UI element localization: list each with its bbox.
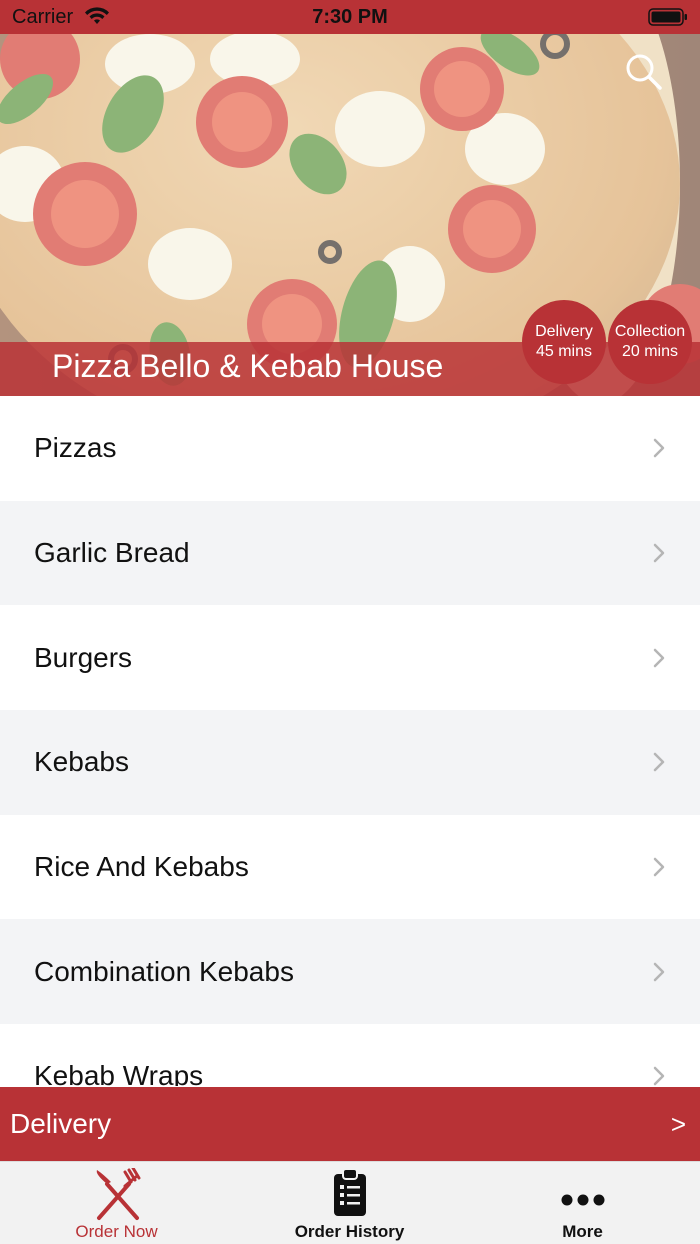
battery-icon [648,8,687,26]
status-time: 7:30 PM [312,6,388,28]
category-row-kebabs[interactable]: Kebabs [0,710,700,815]
delivery-mode-label: Delivery [10,1108,112,1139]
category-label: Rice And Kebabs [34,851,249,883]
delivery-arrow: > [670,1108,686,1139]
collection-time-badge: Collection 20 mins [608,300,692,384]
delivery-mode-bar[interactable]: Delivery > [0,1087,700,1161]
badge-value: 45 mins [535,343,593,360]
category-row-burgers[interactable]: Burgers [0,605,700,711]
badge-label: Delivery [535,323,593,340]
category-label: Pizzas [34,432,117,464]
delivery-time-badge: Delivery 45 mins [522,300,606,384]
category-row-garlic-bread[interactable]: Garlic Bread [0,500,700,606]
tab-order-now[interactable]: Order Now [0,1162,233,1244]
tab-label: Order History [294,1222,405,1241]
chevron-right-icon [653,857,665,877]
category-label: Burgers [34,641,133,673]
tab-more[interactable]: More [466,1162,699,1244]
category-label: Garlic Bread [34,537,190,569]
category-row-combination-kebabs[interactable]: Combination Kebabs [0,919,700,1025]
tab-bar: Order Now Order History More [0,1161,700,1244]
category-row-pizzas[interactable]: Pizzas [0,396,700,501]
category-label: Kebab Wraps [34,1060,204,1086]
clipboard-list-icon [333,1168,366,1216]
category-row-rice-and-kebabs[interactable]: Rice And Kebabs [0,814,700,920]
chevron-right-icon [653,439,665,458]
badge-label: Collection [614,323,686,340]
fork-knife-icon [96,1168,140,1220]
chevron-right-icon [653,962,665,982]
status-bar: Carrier 7:30 PM [0,0,700,34]
tab-label: More [562,1222,603,1241]
more-dots-icon [561,1194,604,1206]
chevron-right-icon [653,1067,665,1086]
restaurant-name: Pizza Bello & Kebab House [52,348,444,384]
category-list: Pizzas Garlic Bread Burgers Kebabs Rice … [0,396,700,1086]
tab-label: Order Now [75,1222,158,1241]
tab-order-history[interactable]: Order History [233,1162,466,1244]
category-row-kebab-wraps[interactable]: Kebab Wraps [0,1024,700,1086]
chevron-right-icon [653,753,665,772]
badge-value: 20 mins [621,343,679,360]
hero-banner: Pizza Bello & Kebab House Delivery 45 mi… [0,34,700,396]
category-label: Kebabs [34,746,129,778]
search-icon[interactable] [624,52,664,92]
chevron-right-icon [653,543,665,563]
chevron-right-icon [653,648,665,667]
category-label: Combination Kebabs [34,955,294,987]
